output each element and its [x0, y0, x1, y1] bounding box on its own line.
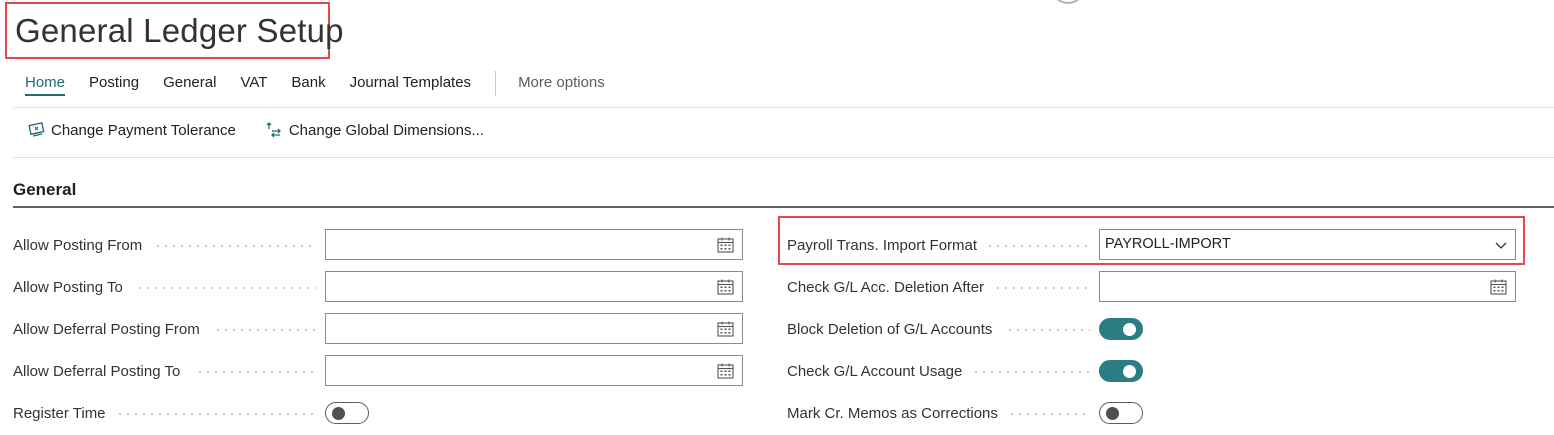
allow-deferral-posting-to-input[interactable]: [325, 355, 743, 386]
allow-posting-to-input[interactable]: [325, 271, 743, 302]
tab-posting[interactable]: Posting: [89, 74, 139, 94]
tab-home[interactable]: Home: [25, 74, 66, 96]
toggle-knob: [1123, 365, 1136, 378]
field-leader-dots: [154, 245, 316, 247]
field-leader-dots: [994, 287, 1090, 289]
nav-divider: [13, 107, 1554, 108]
change-global-dimensions-label: Change Global Dimensions...: [288, 121, 484, 139]
register-time-toggle[interactable]: [325, 402, 369, 424]
register-time-label: Register Time: [13, 404, 106, 422]
payment-tolerance-icon: [28, 121, 46, 139]
check-gl-account-usage-label: Check G/L Account Usage: [787, 362, 963, 380]
page-title: General Ledger Setup: [15, 12, 344, 49]
allow-deferral-posting-from-input[interactable]: [325, 313, 743, 344]
mark-cr-memos-as-corrections-toggle[interactable]: [1099, 402, 1143, 424]
section-divider: [13, 206, 1554, 208]
check-gl-account-usage-toggle[interactable]: [1099, 360, 1143, 382]
calendar-icon[interactable]: [717, 363, 734, 379]
calendar-icon[interactable]: [1490, 279, 1507, 295]
calendar-icon[interactable]: [717, 237, 734, 253]
field-leader-dots: [116, 413, 316, 415]
actions-divider: [13, 157, 1554, 158]
allow-deferral-posting-from-label: Allow Deferral Posting From: [13, 320, 200, 338]
field-leader-dots: [214, 329, 316, 331]
toggle-knob: [1123, 323, 1136, 336]
allow-posting-from-label: Allow Posting From: [13, 236, 143, 254]
field-leader-dots: [1006, 329, 1090, 331]
block-deletion-of-gl-accounts-label: Block Deletion of G/L Accounts: [787, 320, 993, 338]
calendar-icon[interactable]: [717, 321, 734, 337]
field-leader-dots: [1008, 413, 1090, 415]
change-payment-tolerance-button[interactable]: Change Payment Tolerance: [28, 121, 236, 139]
block-deletion-of-gl-accounts-toggle[interactable]: [1099, 318, 1143, 340]
toggle-knob: [332, 407, 345, 420]
payroll-trans-import-format-select[interactable]: PAYROLL-IMPORT: [1099, 229, 1516, 260]
payroll-trans-import-format-label: Payroll Trans. Import Format: [787, 236, 978, 254]
field-leader-dots: [196, 371, 316, 373]
tab-bank[interactable]: Bank: [291, 74, 325, 94]
calendar-icon[interactable]: [717, 279, 734, 295]
mark-cr-memos-as-corrections-label: Mark Cr. Memos as Corrections: [787, 404, 998, 422]
field-leader-dots: [136, 287, 316, 289]
action-bar-tabs: Home Posting General VAT Bank Journal Te…: [25, 71, 629, 100]
more-options-button[interactable]: More options: [518, 74, 605, 94]
action-row: Change Payment Tolerance Change Global D…: [28, 121, 514, 139]
tab-general[interactable]: General: [163, 74, 216, 94]
allow-posting-to-label: Allow Posting To: [13, 278, 123, 296]
change-payment-tolerance-label: Change Payment Tolerance: [51, 121, 236, 139]
tab-vat[interactable]: VAT: [240, 74, 267, 94]
change-global-dimensions-button[interactable]: Change Global Dimensions...: [266, 121, 484, 139]
field-leader-dots: [986, 245, 1090, 247]
check-gl-acc-deletion-after-input[interactable]: [1099, 271, 1516, 302]
tab-journal-templates[interactable]: Journal Templates: [350, 74, 471, 94]
header-circle-icon: [1052, 0, 1084, 4]
change-dimensions-icon: [266, 121, 284, 139]
field-leader-dots: [972, 371, 1090, 373]
check-gl-acc-deletion-after-label: Check G/L Acc. Deletion After: [787, 278, 985, 296]
page-title-highlight: General Ledger Setup: [5, 2, 344, 59]
tab-separator: [495, 71, 497, 96]
section-title-general: General: [13, 180, 77, 199]
payroll-trans-import-format-value: PAYROLL-IMPORT: [1105, 236, 1231, 252]
chevron-down-icon[interactable]: [1494, 238, 1508, 252]
allow-posting-from-input[interactable]: [325, 229, 743, 260]
toggle-knob: [1106, 407, 1119, 420]
allow-deferral-posting-to-label: Allow Deferral Posting To: [13, 362, 181, 380]
